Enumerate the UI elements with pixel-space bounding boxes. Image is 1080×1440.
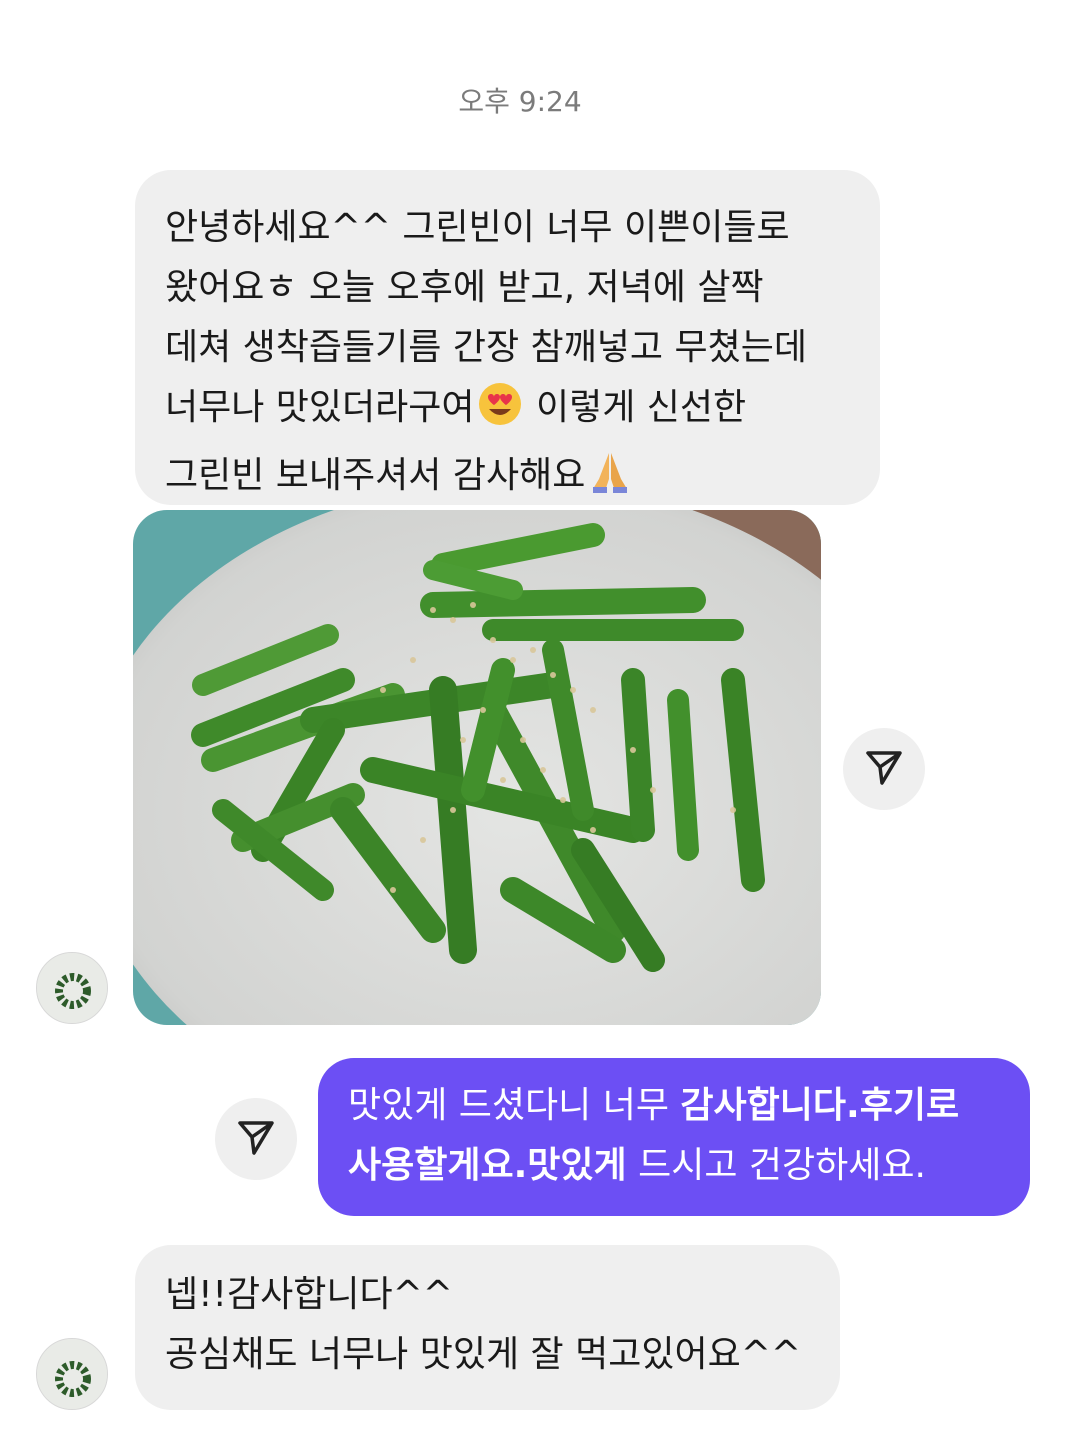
message-text-bold: 사용할게요.맛있게 [348, 1145, 627, 1186]
message-line: 왔어요ㅎ 오늘 오후에 받고, 저녁에 살짝 [165, 267, 764, 308]
message-timestamp: 오후 9:24 [458, 85, 582, 118]
incoming-message-bubble[interactable]: 넵!!감사합니다^^ 공심채도 너무나 맛있게 잘 먹고있어요^^ [135, 1245, 840, 1410]
message-line: 맛있게 드셨다니 너무 감사합니다.후기로 [348, 1076, 1002, 1136]
message-line: 사용할게요.맛있게 드시고 건강하세요. [348, 1136, 1002, 1196]
share-message-button[interactable] [215, 1098, 297, 1180]
send-arrow-icon [864, 747, 904, 791]
send-arrow-icon [236, 1117, 276, 1161]
share-photo-button[interactable] [843, 728, 925, 810]
message-line: 넵!!감사합니다^^ [165, 1274, 453, 1315]
message-text: 드시고 건강하세요. [626, 1145, 926, 1186]
message-line: 데쳐 생착즙들기름 간장 참깨넣고 무쳤는데 [165, 327, 807, 368]
message-line: 안녕하세요^^ 그린빈이 너무 이쁜이들로 [165, 207, 790, 248]
message-line-with-emoji: 그린빈 보내주셔서 감사해요 [165, 446, 850, 514]
message-text: 맛있게 드셨다니 너무 [348, 1085, 681, 1126]
folded-hands-emoji-icon [587, 449, 633, 514]
message-line-with-emoji: 너무나 맛있더라구여 이렇게 신선한 [165, 378, 850, 446]
sender-avatar[interactable] [36, 1338, 108, 1410]
message-text: 너무나 맛있더라구여 [165, 387, 475, 428]
heart-eyes-emoji-icon [477, 381, 523, 446]
message-text: 이렇게 신선한 [524, 387, 747, 428]
outgoing-message-bubble[interactable]: 맛있게 드셨다니 너무 감사합니다.후기로 사용할게요.맛있게 드시고 건강하세… [318, 1058, 1030, 1216]
message-text-bold: 감사합니다.후기로 [680, 1085, 960, 1126]
message-line: 공심채도 너무나 맛있게 잘 먹고있어요^^ [165, 1334, 802, 1375]
message-text: 그린빈 보내주셔서 감사해요 [165, 455, 586, 496]
incoming-message-bubble[interactable]: 안녕하세요^^ 그린빈이 너무 이쁜이들로 왔어요ㅎ 오늘 오후에 받고, 저녁… [135, 170, 880, 505]
sender-avatar[interactable] [36, 952, 108, 1024]
green-beans-photo[interactable] [133, 510, 821, 1025]
